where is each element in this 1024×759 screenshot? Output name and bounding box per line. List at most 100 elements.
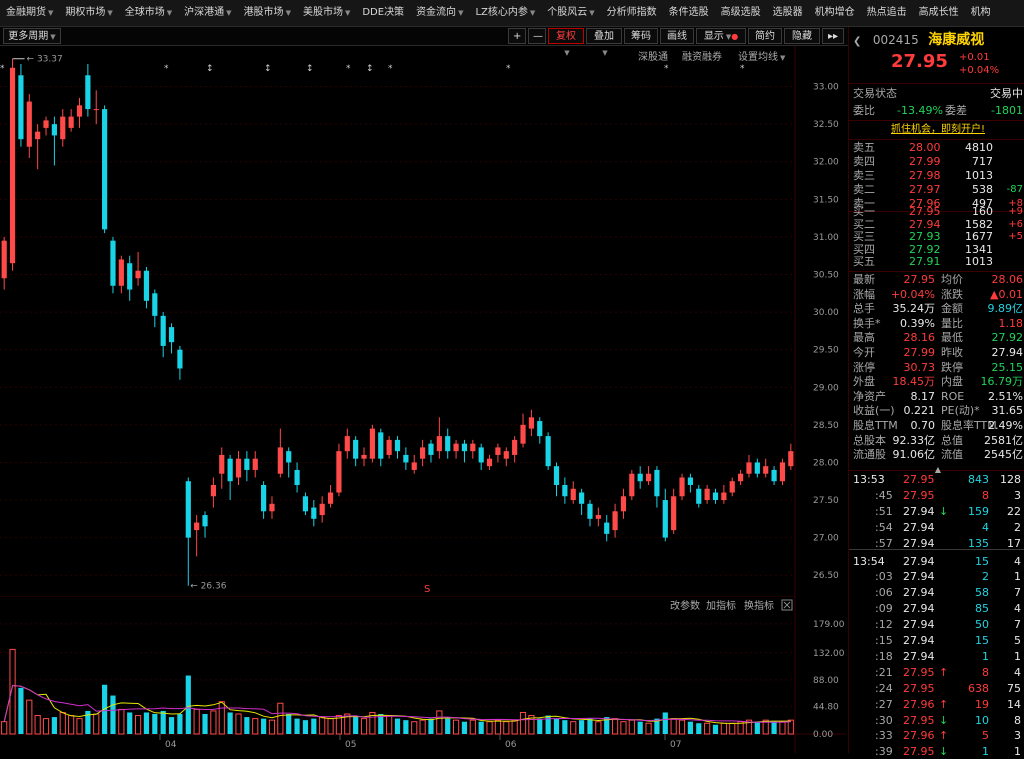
candle[interactable]: [763, 458, 769, 478]
candle[interactable]: [729, 477, 735, 497]
candle[interactable]: [135, 251, 141, 286]
candle[interactable]: [26, 94, 32, 158]
candle[interactable]: [620, 488, 627, 519]
candle[interactable]: [210, 477, 216, 508]
candle[interactable]: [629, 469, 635, 501]
candle[interactable]: [160, 312, 166, 358]
menu-item[interactable]: 金融期货 ▼: [0, 0, 59, 26]
menu-item[interactable]: 高成长性: [913, 0, 965, 26]
fuquan-dropdown[interactable]: 复权▼: [548, 28, 584, 57]
candle[interactable]: [118, 255, 124, 294]
candle[interactable]: [738, 469, 744, 485]
candle[interactable]: [721, 484, 727, 504]
menu-item[interactable]: 美股市场 ▼: [297, 0, 356, 26]
display-dropdown[interactable]: 显示 ▼●: [696, 28, 746, 44]
collapse-icon[interactable]: ▸▸: [822, 28, 844, 44]
menu-item[interactable]: 条件选股: [663, 0, 715, 26]
candle[interactable]: [143, 266, 150, 309]
zoom-in-button[interactable]: +: [508, 28, 526, 44]
simple-button[interactable]: 简约: [748, 28, 782, 44]
candle[interactable]: [252, 451, 258, 478]
candle[interactable]: [168, 323, 175, 354]
candle[interactable]: [512, 436, 518, 463]
candle[interactable]: [461, 439, 468, 463]
candle[interactable]: [378, 428, 384, 467]
candle[interactable]: [679, 473, 685, 501]
sell-marker[interactable]: S: [424, 584, 430, 595]
menu-item[interactable]: 分析师指数: [601, 0, 663, 26]
chips-button[interactable]: 筹码: [624, 28, 658, 44]
candle[interactable]: [152, 289, 158, 328]
candle[interactable]: [202, 511, 208, 538]
candle[interactable]: [604, 515, 610, 542]
candle[interactable]: [1, 236, 7, 290]
candle[interactable]: [110, 236, 116, 294]
menu-item[interactable]: 选股器: [767, 0, 809, 26]
candle[interactable]: [612, 503, 618, 538]
candlestick-chart[interactable]: 33.00 32.50 32.00 31.50 31.00 30.50 30.00 29.50…: [0, 46, 846, 596]
zoom-out-button[interactable]: —: [528, 28, 546, 44]
candle[interactable]: [235, 451, 242, 485]
menu-item[interactable]: LZ核心内参 ▼: [469, 0, 541, 26]
candle[interactable]: [520, 413, 526, 448]
menu-item[interactable]: 热点追击: [861, 0, 913, 26]
candle[interactable]: [68, 109, 74, 132]
candle[interactable]: [553, 462, 560, 497]
candle[interactable]: [102, 105, 108, 234]
menu-item[interactable]: 机构增仓: [809, 0, 861, 26]
candle[interactable]: [453, 439, 459, 459]
vol-tool-switch[interactable]: 换指标: [744, 599, 774, 612]
candle[interactable]: [771, 466, 777, 485]
candle[interactable]: [445, 428, 451, 459]
candle[interactable]: [353, 436, 359, 467]
menu-item[interactable]: 全球市场 ▼: [119, 0, 178, 26]
volume-chart[interactable]: 改参数 加指标 换指标 179.00 132.00 88.00 44.80 0.00 04 05 0…: [0, 596, 846, 753]
candle[interactable]: [595, 507, 601, 527]
vol-tool-add[interactable]: 加指标: [706, 599, 736, 612]
candle[interactable]: [277, 428, 283, 478]
candle[interactable]: [579, 488, 585, 516]
candle[interactable]: [645, 466, 652, 485]
candle[interactable]: [403, 447, 409, 470]
menu-item[interactable]: 个股风云 ▼: [541, 0, 600, 26]
candle[interactable]: [436, 417, 442, 459]
candle[interactable]: [76, 97, 83, 128]
candle[interactable]: [411, 454, 417, 474]
candle[interactable]: [503, 447, 509, 467]
candle[interactable]: [704, 484, 710, 504]
candle[interactable]: [35, 124, 41, 170]
candle[interactable]: [712, 488, 719, 504]
candle[interactable]: [470, 439, 476, 459]
candle[interactable]: [294, 462, 300, 493]
candle[interactable]: [428, 439, 434, 463]
menu-item[interactable]: 机构: [965, 0, 997, 26]
menu-item[interactable]: 港股市场 ▼: [238, 0, 297, 26]
candle[interactable]: [336, 443, 342, 497]
candle[interactable]: [696, 484, 702, 508]
candle[interactable]: [545, 432, 551, 470]
candle[interactable]: [227, 454, 233, 501]
candle[interactable]: [327, 484, 334, 508]
candle[interactable]: [746, 454, 752, 478]
hide-button[interactable]: 隐藏: [784, 28, 820, 44]
candle[interactable]: [754, 458, 760, 478]
menu-item[interactable]: DDE决策: [356, 0, 410, 26]
candle[interactable]: [361, 447, 367, 467]
candle[interactable]: [93, 90, 99, 125]
menu-item[interactable]: 期权市场 ▼: [59, 0, 118, 26]
candle[interactable]: [478, 443, 484, 470]
candle[interactable]: [9, 58, 16, 271]
candle[interactable]: [43, 116, 49, 136]
menu-item[interactable]: 高级选股: [715, 0, 767, 26]
candle[interactable]: [654, 466, 660, 508]
candle[interactable]: [302, 492, 309, 516]
candle[interactable]: [219, 447, 225, 489]
candle[interactable]: [18, 64, 24, 147]
candle[interactable]: [662, 488, 668, 542]
prev-stock-icon[interactable]: ❮: [853, 36, 861, 47]
candle[interactable]: [127, 255, 133, 301]
candle[interactable]: [369, 424, 375, 463]
candle[interactable]: [788, 443, 794, 470]
candle[interactable]: [194, 515, 200, 557]
candle[interactable]: [394, 436, 401, 459]
